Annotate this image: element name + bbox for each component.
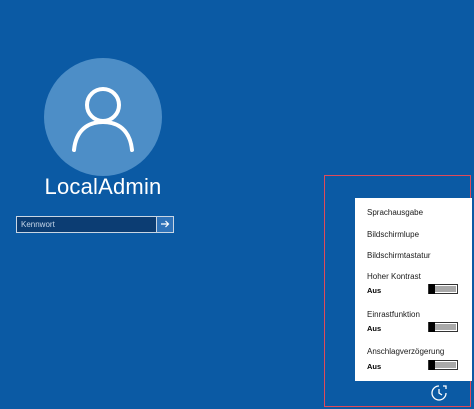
- toggle-anschlagverzoegerung[interactable]: [428, 360, 458, 370]
- password-input[interactable]: [17, 217, 156, 232]
- toggle-state-hoher-kontrast: Aus: [367, 286, 382, 295]
- ease-of-access-button[interactable]: [429, 383, 449, 403]
- toggle-knob: [429, 284, 435, 294]
- toggle-label-hoher-kontrast: Hoher Kontrast: [367, 272, 421, 281]
- toggle-knob: [429, 360, 435, 370]
- toggle-state-einrastfunktion: Aus: [367, 324, 382, 333]
- toggle-track: [435, 324, 456, 330]
- arrow-right-icon: [161, 220, 170, 228]
- menu-item-sprachausgabe[interactable]: Sprachausgabe: [367, 208, 423, 217]
- toggle-knob: [429, 322, 435, 332]
- toggle-hoher-kontrast[interactable]: [428, 284, 458, 294]
- toggle-label-anschlagverzoegerung: Anschlagverzögerung: [367, 347, 445, 356]
- username-label: LocalAdmin: [44, 174, 162, 199]
- menu-item-bildschirmlupe[interactable]: Bildschirmlupe: [367, 230, 419, 239]
- toggle-state-anschlagverzoegerung: Aus: [367, 362, 382, 371]
- toggle-track: [435, 286, 456, 292]
- user-avatar: [44, 58, 162, 176]
- accessibility-menu: Sprachausgabe Bildschirmlupe Bildschirmt…: [355, 198, 472, 381]
- user-silhouette-icon: [72, 87, 134, 152]
- toggle-label-einrastfunktion: Einrastfunktion: [367, 310, 420, 319]
- submit-password-button[interactable]: [156, 217, 173, 232]
- toggle-einrastfunktion[interactable]: [428, 322, 458, 332]
- toggle-track: [435, 362, 456, 368]
- ease-of-access-icon: [431, 385, 447, 401]
- menu-item-bildschirmtastatur[interactable]: Bildschirmtastatur: [367, 251, 431, 260]
- password-box: [16, 216, 174, 233]
